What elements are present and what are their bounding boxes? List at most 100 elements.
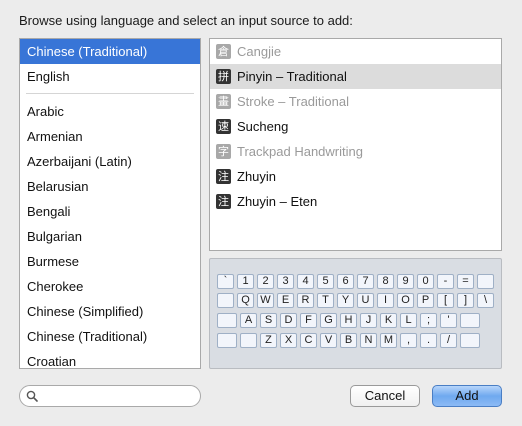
keyboard-key: M [380, 333, 397, 348]
keyboard-key: ' [440, 313, 457, 328]
handwriting-glyph-icon: 字 [216, 144, 231, 159]
keyboard-key: , [400, 333, 417, 348]
keyboard-row-home: A S D F G H J K L ; ' [217, 313, 483, 328]
keyboard-key: B [340, 333, 357, 348]
keyboard-key: Q [237, 293, 254, 308]
keyboard-key-delete [477, 274, 494, 289]
input-source-label: Sucheng [237, 119, 289, 134]
keyboard-key: 5 [317, 274, 334, 289]
language-item-bulgarian[interactable]: Bulgarian [20, 224, 200, 249]
keyboard-key: . [420, 333, 437, 348]
input-source-trackpad-handwriting[interactable]: 字 Trackpad Handwriting [210, 139, 501, 164]
keyboard-key: J [360, 313, 377, 328]
keyboard-key: I [377, 293, 394, 308]
input-source-label: Zhuyin [237, 169, 277, 184]
keyboard-key: 1 [237, 274, 254, 289]
keyboard-key-blank [240, 333, 257, 348]
keyboard-key: ` [217, 274, 234, 289]
keyboard-key: ] [457, 293, 474, 308]
keyboard-key: U [357, 293, 374, 308]
keyboard-key: K [380, 313, 397, 328]
add-button[interactable]: Add [432, 385, 502, 407]
keyboard-key: 9 [397, 274, 414, 289]
input-source-label: Pinyin – Traditional [237, 69, 347, 84]
keyboard-key: X [280, 333, 297, 348]
keyboard-key: Y [337, 293, 354, 308]
language-item-chinese-simplified[interactable]: Chinese (Simplified) [20, 299, 200, 324]
keyboard-key: N [360, 333, 377, 348]
language-item-chinese-traditional-2[interactable]: Chinese (Traditional) [20, 324, 200, 349]
input-source-label: Trackpad Handwriting [237, 144, 363, 159]
keyboard-key: E [277, 293, 294, 308]
language-item-english[interactable]: English [20, 64, 200, 89]
keyboard-key-tab [217, 293, 234, 308]
search-field[interactable] [19, 385, 201, 407]
keyboard-key: 7 [357, 274, 374, 289]
keyboard-key: A [240, 313, 257, 328]
keyboard-key: V [320, 333, 337, 348]
language-item-burmese[interactable]: Burmese [20, 249, 200, 274]
keyboard-key: L [400, 313, 417, 328]
input-source-label: Zhuyin – Eten [237, 194, 318, 209]
keyboard-key: C [300, 333, 317, 348]
keyboard-key: 2 [257, 274, 274, 289]
zhuyin-glyph-icon: 注 [216, 169, 231, 184]
cancel-button[interactable]: Cancel [350, 385, 420, 407]
language-item-armenian[interactable]: Armenian [20, 124, 200, 149]
dialog-prompt: Browse using language and select an inpu… [19, 13, 353, 28]
pinyin-glyph-icon: 拼 [216, 69, 231, 84]
keyboard-key: 8 [377, 274, 394, 289]
keyboard-key-shift-right [460, 333, 480, 348]
stroke-glyph-icon: 畫 [216, 94, 231, 109]
input-source-list[interactable]: 倉 Cangjie 拼 Pinyin – Traditional 畫 Strok… [209, 38, 502, 251]
input-source-cangjie[interactable]: 倉 Cangjie [210, 39, 501, 64]
keyboard-key-shift-left [217, 333, 237, 348]
keyboard-key-caps [217, 313, 237, 328]
keyboard-key: \ [477, 293, 494, 308]
keyboard-key: [ [437, 293, 454, 308]
search-icon [26, 390, 38, 402]
keyboard-key: Z [260, 333, 277, 348]
language-item-chinese-traditional[interactable]: Chinese (Traditional) [20, 39, 200, 64]
keyboard-key: R [297, 293, 314, 308]
keyboard-row-bottom: Z X C V B N M , . / [217, 333, 483, 348]
keyboard-row-top: Q W E R T Y U I O P [ ] \ [217, 293, 497, 308]
keyboard-key: 3 [277, 274, 294, 289]
language-item-azerbaijani-latin[interactable]: Azerbaijani (Latin) [20, 149, 200, 174]
keyboard-key: - [437, 274, 454, 289]
keyboard-key: S [260, 313, 277, 328]
list-separator [26, 93, 194, 94]
input-source-label: Cangjie [237, 44, 282, 59]
keyboard-key: = [457, 274, 474, 289]
add-input-source-sheet: Browse using language and select an inpu… [0, 0, 522, 426]
keyboard-key: D [280, 313, 297, 328]
input-source-stroke-traditional[interactable]: 畫 Stroke – Traditional [210, 89, 501, 114]
cangjie-glyph-icon: 倉 [216, 44, 231, 59]
language-item-belarusian[interactable]: Belarusian [20, 174, 200, 199]
input-source-zhuyin[interactable]: 注 Zhuyin [210, 164, 501, 189]
keyboard-key: ; [420, 313, 437, 328]
keyboard-key: 4 [297, 274, 314, 289]
language-list[interactable]: Chinese (Traditional) English Arabic Arm… [19, 38, 201, 369]
language-item-arabic[interactable]: Arabic [20, 99, 200, 124]
keyboard-key: G [320, 313, 337, 328]
language-item-cherokee[interactable]: Cherokee [20, 274, 200, 299]
keyboard-key: O [397, 293, 414, 308]
input-source-label: Stroke – Traditional [237, 94, 350, 109]
keyboard-key: H [340, 313, 357, 328]
language-item-bengali[interactable]: Bengali [20, 199, 200, 224]
sucheng-glyph-icon: 速 [216, 119, 231, 134]
keyboard-key-return [460, 313, 480, 328]
input-source-zhuyin-eten[interactable]: 注 Zhuyin – Eten [210, 189, 501, 214]
keyboard-key: F [300, 313, 317, 328]
keyboard-key: 6 [337, 274, 354, 289]
keyboard-row-number: ` 1 2 3 4 5 6 7 8 9 0 - = [217, 274, 497, 289]
input-source-pinyin-traditional[interactable]: 拼 Pinyin – Traditional [210, 64, 501, 89]
keyboard-preview: ` 1 2 3 4 5 6 7 8 9 0 - = Q W E R T Y U … [209, 258, 502, 369]
input-source-sucheng[interactable]: 速 Sucheng [210, 114, 501, 139]
language-item-croatian[interactable]: Croatian [20, 349, 200, 368]
zhuyin-eten-glyph-icon: 注 [216, 194, 231, 209]
keyboard-key: T [317, 293, 334, 308]
search-input[interactable] [42, 388, 192, 404]
keyboard-key: / [440, 333, 457, 348]
